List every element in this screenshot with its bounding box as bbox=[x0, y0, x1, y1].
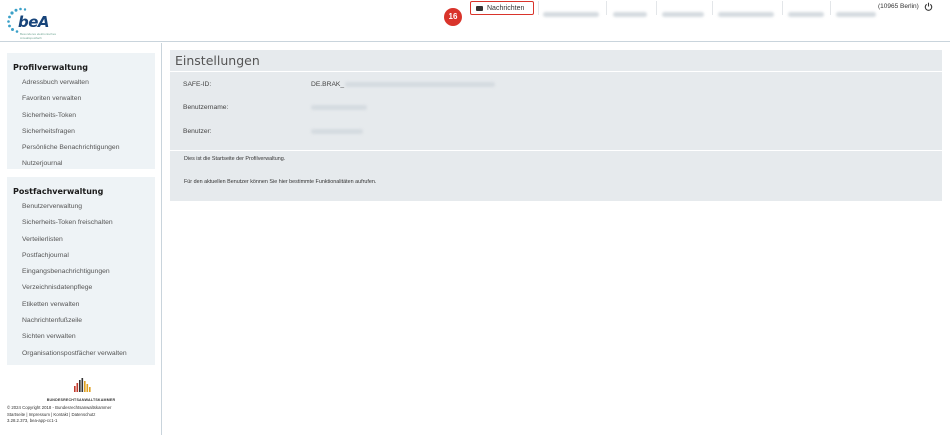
sidebar-item-favorites[interactable]: Favoriten verwalten bbox=[7, 91, 155, 107]
sidebar-item-unlock-security-token[interactable]: Sicherheits-Token freischalten bbox=[7, 215, 155, 231]
nav-separator bbox=[538, 1, 539, 15]
user-name[interactable] bbox=[836, 4, 876, 17]
sidebar-item-address-book[interactable]: Adressbuch verwalten bbox=[7, 75, 155, 91]
safe-id-value: DE.BRAK_ bbox=[311, 81, 496, 88]
sidebar-item-mailbox-journal[interactable]: Postfachjournal bbox=[7, 248, 155, 264]
location-text: (10965 Berlin) bbox=[878, 3, 919, 10]
description-line: Dies ist die Startseite der Profilverwal… bbox=[184, 156, 286, 162]
profile-panel: Profilverwaltung Adressbuch verwalten Fa… bbox=[7, 53, 155, 169]
app-header: beA Besonderes elektronisches Anwaltspos… bbox=[0, 0, 950, 42]
user-label: Benutzer: bbox=[183, 128, 212, 135]
sidebar-item-security-token[interactable]: Sicherheits-Token bbox=[7, 108, 155, 124]
nav-separator bbox=[782, 1, 783, 15]
main-content: Einstellungen SAFE-ID: DE.BRAK_ Benutzer… bbox=[170, 50, 942, 201]
logo-text: beA bbox=[18, 13, 50, 31]
page-title: Einstellungen bbox=[170, 50, 942, 71]
notification-badge: 16 bbox=[444, 8, 462, 26]
username-value bbox=[311, 105, 367, 112]
profile-heading: Profilverwaltung bbox=[13, 63, 89, 72]
mailbox-panel: Postfachverwaltung Benutzerverwaltung Si… bbox=[7, 177, 155, 365]
sidebar-item-labels[interactable]: Etiketten verwalten bbox=[7, 297, 155, 313]
sidebar-item-incoming-notifications[interactable]: Eingangsbenachrichtigungen bbox=[7, 264, 155, 280]
sidebar-item-personal-notifications[interactable]: Persönliche Benachrichtigungen bbox=[7, 140, 155, 156]
footer-copyright: © 2024 Copyright 2018 - Bundesrechtsanwa… bbox=[7, 405, 112, 410]
safe-id-label: SAFE-ID: bbox=[183, 81, 212, 88]
nav-item[interactable] bbox=[662, 4, 704, 17]
brak-name: BUNDESRECHTSANWALTSKAMMER bbox=[46, 398, 116, 402]
nav-separator bbox=[606, 1, 607, 15]
nav-item[interactable] bbox=[613, 4, 647, 17]
sidebar-item-user-journal[interactable]: Nutzerjournal bbox=[7, 156, 155, 172]
sidebar-item-views[interactable]: Sichten verwalten bbox=[7, 329, 155, 345]
sidebar-item-security-questions[interactable]: Sicherheitsfragen bbox=[7, 124, 155, 140]
envelope-icon bbox=[476, 5, 483, 11]
nav-item[interactable] bbox=[718, 4, 774, 17]
bea-logo[interactable]: beA Besonderes elektronisches Anwaltspos… bbox=[6, 5, 58, 40]
sidebar-item-directory-data[interactable]: Verzeichnisdatenpflege bbox=[7, 280, 155, 296]
mailbox-heading: Postfachverwaltung bbox=[13, 187, 104, 196]
brak-logo[interactable]: BUNDESRECHTSANWALTSKAMMER bbox=[0, 378, 162, 402]
user-value bbox=[311, 129, 363, 136]
nav-separator bbox=[656, 1, 657, 15]
description-panel: Dies ist die Startseite der Profilverwal… bbox=[170, 151, 942, 201]
messages-label: Nachrichten bbox=[487, 4, 525, 12]
description-line: Für den aktuellen Benutzer können Sie hi… bbox=[184, 179, 377, 185]
nav-item[interactable] bbox=[543, 4, 599, 17]
sidebar-footer: © 2024 Copyright 2018 - Bundesrechtsanwa… bbox=[7, 405, 111, 425]
nav-separator bbox=[712, 1, 713, 15]
username-label: Benutzername: bbox=[183, 104, 229, 111]
messages-button[interactable]: Nachrichten bbox=[470, 1, 534, 15]
sidebar-item-message-footer[interactable]: Nachrichtenfußzeile bbox=[7, 313, 155, 329]
sidebar-item-org-mailboxes[interactable]: Organisationspostfächer verwalten bbox=[7, 346, 155, 362]
user-info-panel: SAFE-ID: DE.BRAK_ Benutzername: Benutzer… bbox=[170, 72, 942, 150]
sidebar-item-distribution-lists[interactable]: Verteilerlisten bbox=[7, 232, 155, 248]
footer-version: 3.28.2.373, bea-app-cc1-1 bbox=[7, 418, 58, 423]
nav-item[interactable] bbox=[788, 4, 824, 17]
sidebar: Profilverwaltung Adressbuch verwalten Fa… bbox=[0, 43, 162, 435]
logo-tagline: Besonderes elektronisches Anwaltspostfac… bbox=[20, 32, 57, 40]
brak-bars-icon bbox=[74, 378, 91, 392]
nav-separator bbox=[830, 1, 831, 15]
power-icon[interactable] bbox=[924, 2, 933, 11]
sidebar-item-user-management[interactable]: Benutzerverwaltung bbox=[7, 199, 155, 215]
